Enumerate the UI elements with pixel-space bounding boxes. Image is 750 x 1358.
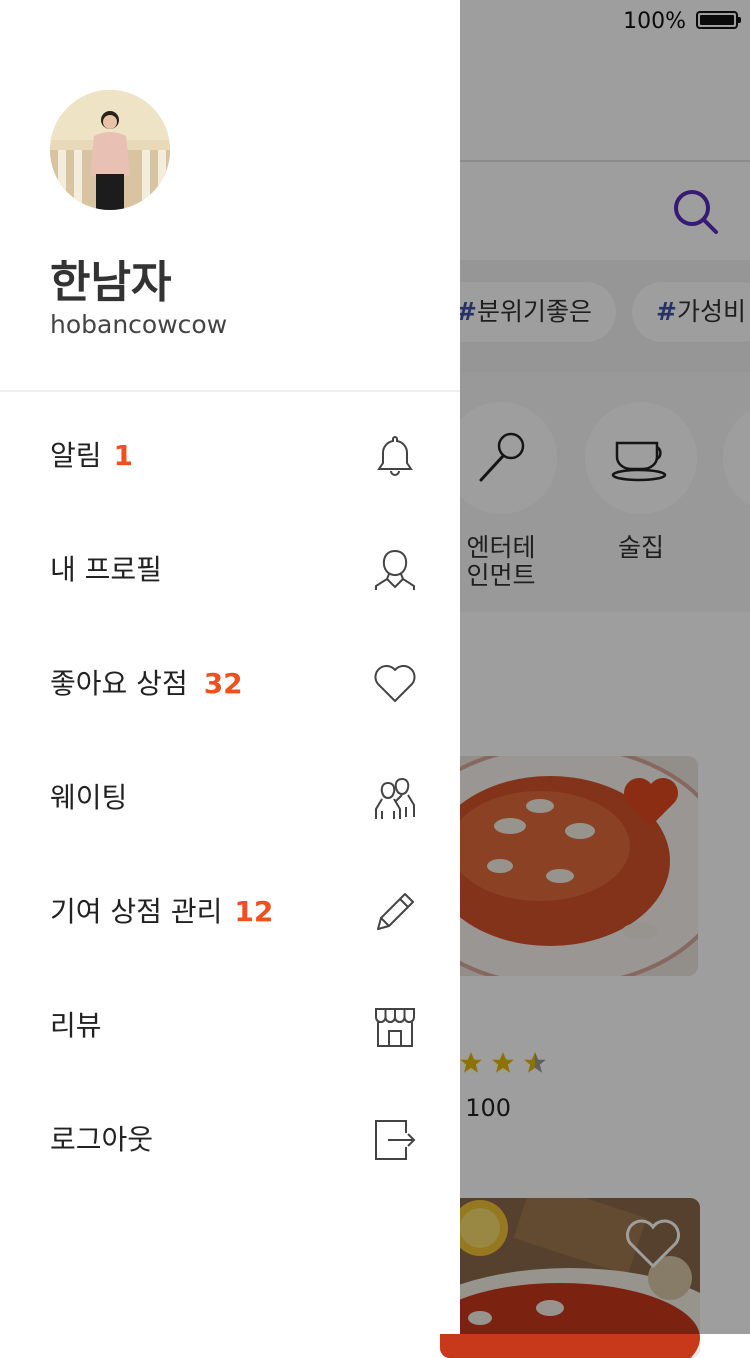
menu-item-waiting[interactable]: 웨이팅 xyxy=(0,741,460,855)
menu-label: 내 프로필 xyxy=(50,553,162,586)
menu-item-contributed-stores[interactable]: 기여 상점 관리 12 xyxy=(0,855,460,969)
menu-item-logout[interactable]: 로그아웃 xyxy=(0,1083,460,1197)
pencil-icon xyxy=(377,893,414,930)
menu-label: 웨이팅 xyxy=(50,781,128,814)
menu-item-reviews[interactable]: 리뷰 xyxy=(0,969,460,1083)
menu-label: 리뷰 xyxy=(50,1009,102,1042)
store-icon xyxy=(375,1008,415,1047)
people-icon xyxy=(375,777,415,819)
menu-label: 좋아요 상점 32 xyxy=(50,667,243,700)
divider xyxy=(0,390,460,392)
menu-label: 알림 1 xyxy=(50,439,134,472)
menu-item-my-profile[interactable]: 내 프로필 xyxy=(0,513,460,627)
menu-item-notifications[interactable]: 알림 1 xyxy=(0,399,460,513)
profile-photo xyxy=(50,90,170,210)
menu-count: 32 xyxy=(203,667,243,700)
avatar[interactable] xyxy=(50,90,170,210)
menu-count: 1 xyxy=(113,439,134,472)
logout-icon xyxy=(375,1120,416,1160)
menu-label: 기여 상점 관리 12 xyxy=(50,895,274,928)
user-name: 한남자 xyxy=(50,257,172,308)
person-icon xyxy=(375,549,415,590)
menu-count: 12 xyxy=(234,895,274,928)
username: hobancowcow xyxy=(50,310,228,339)
bell-icon xyxy=(377,435,413,476)
heart-icon xyxy=(374,665,416,702)
menu-label: 로그아웃 xyxy=(50,1123,154,1156)
menu-item-liked-stores[interactable]: 좋아요 상점 32 xyxy=(0,627,460,741)
side-drawer: 한남자 hobancowcow 알림1 내 프로필 좋아요 상점32 웨이팅 xyxy=(0,0,460,1334)
